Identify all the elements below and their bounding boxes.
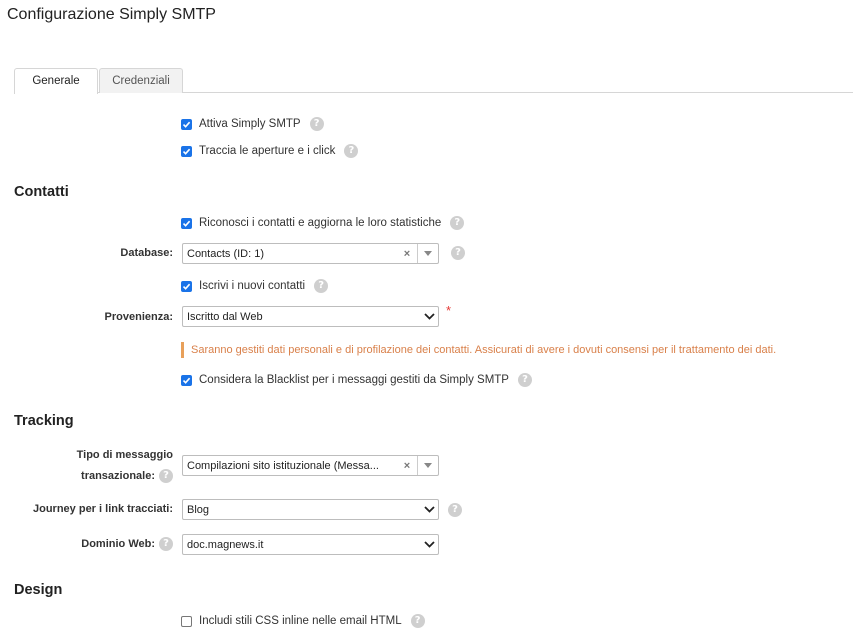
track-opens-row: Traccia le aperture e i click ? [181,144,359,158]
help-icon[interactable]: ? [159,537,173,551]
chevron-down-icon[interactable] [420,541,438,548]
subscribe-checkbox[interactable] [181,280,192,292]
domain-select[interactable]: doc.magnews.it [182,534,439,555]
origin-label: Provenienza: [104,311,173,323]
section-design-heading: Design [14,582,63,598]
inline-css-row: Includi stili CSS inline nelle email HTM… [181,614,425,628]
inline-css-checkbox[interactable] [181,615,192,627]
inline-css-label: Includi stili CSS inline nelle email HTM… [199,615,402,627]
message-type-select[interactable]: Compilazioni sito istituzionale (Messa..… [182,455,439,476]
chevron-down-icon[interactable] [420,313,438,320]
page-title: Configurazione Simply SMTP [7,6,216,23]
blacklist-checkbox[interactable] [181,374,192,386]
help-icon[interactable]: ? [410,614,425,628]
help-icon[interactable]: ? [309,117,324,131]
message-type-label-line2: transazionale: [81,470,155,482]
subscribe-row: Iscrivi i nuovi contatti ? [181,279,329,293]
tab-bar: Generale Credenziali [14,68,853,94]
track-opens-label: Traccia le aperture e i click [199,145,336,157]
help-icon[interactable]: ? [451,246,465,260]
journey-label: Journey per i link tracciati: [33,503,173,515]
origin-select[interactable]: Iscritto dal Web [182,306,439,327]
help-icon[interactable]: ? [450,216,465,230]
journey-help: ? [448,503,462,517]
blacklist-label: Considera la Blacklist per i messaggi ge… [199,374,509,386]
recognize-checkbox[interactable] [181,217,192,229]
required-asterisk: * [446,303,452,318]
section-contatti-heading: Contatti [14,184,69,200]
enable-row: Attiva Simply SMTP ? [181,117,324,131]
help-icon[interactable]: ? [448,503,462,517]
clear-icon[interactable]: × [397,460,417,472]
message-type-label-line2-row: transazionale: ? [14,469,173,483]
recognize-label: Riconosci i contatti e aggiorna le loro … [199,217,442,229]
domain-label-row: Dominio Web: ? [14,537,173,551]
enable-checkbox[interactable] [181,118,192,130]
help-icon[interactable]: ? [159,469,173,483]
tab-generale[interactable]: Generale [14,68,98,94]
origin-value: Iscritto dal Web [187,310,263,323]
subscribe-label: Iscrivi i nuovi contatti [199,280,306,292]
database-select[interactable]: Contacts (ID: 1) × [182,243,439,264]
message-type-label-line1: Tipo di messaggio [76,449,173,461]
chevron-down-icon[interactable] [420,506,438,513]
tab-credenziali[interactable]: Credenziali [99,68,183,93]
journey-value: Blog [187,503,210,516]
database-label: Database: [120,247,173,259]
caret-down-icon[interactable] [418,463,438,468]
database-value: Contacts (ID: 1) [187,247,265,260]
recognize-row: Riconosci i contatti e aggiorna le loro … [181,216,465,230]
domain-value: doc.magnews.it [187,538,264,551]
clear-icon[interactable]: × [397,248,417,260]
track-opens-checkbox[interactable] [181,145,192,157]
help-icon[interactable]: ? [344,144,359,158]
help-icon[interactable]: ? [314,279,329,293]
privacy-warning: Saranno gestiti dati personali e di prof… [181,342,776,358]
journey-select[interactable]: Blog [182,499,439,520]
domain-label: Dominio Web: [81,538,155,550]
caret-down-icon[interactable] [418,251,438,256]
database-help: ? [451,246,465,260]
help-icon[interactable]: ? [517,373,532,387]
message-type-value: Compilazioni sito istituzionale (Messa..… [187,459,379,472]
enable-label: Attiva Simply SMTP [199,118,301,130]
blacklist-row: Considera la Blacklist per i messaggi ge… [181,373,532,387]
section-tracking-heading: Tracking [14,413,74,429]
